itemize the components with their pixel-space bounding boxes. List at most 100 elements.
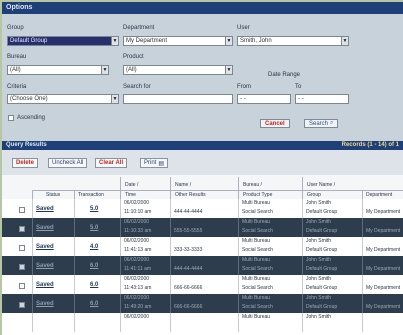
header-name[interactable]: Name / bbox=[175, 182, 191, 188]
bureau-select[interactable]: (All) ▼ bbox=[7, 65, 109, 75]
group-label: Group bbox=[7, 25, 24, 31]
header-date[interactable]: Date / bbox=[125, 182, 138, 188]
chevron-down-icon[interactable]: ▼ bbox=[341, 37, 348, 45]
uncheck-all-button-label: Uncheck All bbox=[52, 160, 84, 166]
magnifier-icon: ⌕ bbox=[330, 120, 334, 126]
header-transaction[interactable]: Transaction bbox=[78, 192, 104, 198]
header-separator bbox=[170, 190, 171, 199]
row-product-type: Social Search bbox=[242, 209, 273, 215]
results-table: Date / Name / Bureau / User Name / Statu… bbox=[2, 175, 403, 335]
header-other-results[interactable]: Other Results bbox=[175, 192, 206, 198]
from-label: From bbox=[237, 84, 251, 90]
column-separator bbox=[238, 256, 239, 275]
table-row[interactable]: Saved 6.0 06/02/2000 11:49:20 am 666-66-6666… bbox=[2, 294, 403, 313]
row-checkbox[interactable] bbox=[19, 283, 25, 289]
column-separator bbox=[74, 294, 75, 313]
row-status-link[interactable]: Saved bbox=[36, 206, 54, 212]
row-transaction-link[interactable]: 6.0 bbox=[90, 282, 98, 288]
header-status[interactable]: Status bbox=[46, 192, 60, 198]
row-status-link[interactable]: Saved bbox=[36, 263, 54, 269]
print-button[interactable]: Print ▤ bbox=[140, 158, 169, 168]
from-date-input[interactable]: - - bbox=[237, 94, 291, 104]
group-select[interactable]: Default Group ▼ bbox=[7, 36, 119, 46]
header-time[interactable]: Time bbox=[125, 192, 136, 198]
table-row[interactable]: Saved 5.0 06/02/2000 11:10:10 am 444-44-4444… bbox=[2, 199, 403, 218]
user-select[interactable]: Smith, John ▼ bbox=[237, 36, 349, 46]
row-transaction-link[interactable]: 5.0 bbox=[90, 225, 98, 231]
chevron-down-icon[interactable]: ▼ bbox=[111, 95, 118, 103]
row-checkbox[interactable] bbox=[19, 302, 25, 308]
row-other-results: 555-55-5555 bbox=[174, 228, 203, 234]
table-row[interactable]: Saved 6.0 06/02/2000 11:41:11 am 444-44-4444… bbox=[2, 256, 403, 275]
chevron-down-icon[interactable]: ▼ bbox=[111, 37, 118, 45]
row-date: 06/02/2000 bbox=[124, 276, 150, 282]
table-row[interactable]: 06/02/2000 Multi Bureau John Smith bbox=[2, 313, 403, 332]
row-user-name: John Smith bbox=[306, 200, 332, 206]
column-separator bbox=[32, 275, 33, 294]
row-transaction-link[interactable]: 4.0 bbox=[90, 244, 98, 250]
table-row[interactable]: Saved 6.0 06/02/2000 11:43:13 am 666-66-6666… bbox=[2, 275, 403, 294]
row-transaction-link[interactable]: 6.0 bbox=[90, 263, 98, 269]
table-row[interactable]: Saved 5.0 06/02/2000 11:10:33 am 555-55-5555… bbox=[2, 218, 403, 237]
row-user-name: John Smith bbox=[306, 276, 332, 282]
ascending-checkbox[interactable] bbox=[8, 115, 14, 121]
header-group[interactable]: Group bbox=[307, 192, 321, 198]
row-date: 06/02/2000 bbox=[124, 314, 150, 320]
header-separator bbox=[302, 190, 303, 199]
header-user-name[interactable]: User Name / bbox=[307, 182, 335, 188]
row-user-name: John Smith bbox=[306, 238, 332, 244]
clear-all-button[interactable]: Clear All bbox=[95, 158, 128, 168]
row-product-type: Social Search bbox=[242, 266, 273, 272]
header-bureau[interactable]: Bureau / bbox=[243, 182, 262, 188]
header-department[interactable]: Department bbox=[366, 192, 392, 198]
results-toolbar: Delete Uncheck All Clear All Print ▤ bbox=[2, 150, 403, 175]
header-separator bbox=[120, 190, 121, 199]
options-panel: Group Default Group ▼ Department My Depa… bbox=[2, 14, 403, 141]
row-status-link[interactable]: Saved bbox=[36, 244, 54, 250]
row-time: 11:10:10 am bbox=[124, 209, 152, 215]
department-label: Department bbox=[123, 25, 155, 31]
row-product-type: Social Search bbox=[242, 285, 273, 291]
row-product-type: Social Search bbox=[242, 304, 273, 310]
row-checkbox[interactable] bbox=[19, 226, 25, 232]
column-separator bbox=[302, 256, 303, 275]
row-transaction-link[interactable]: 6.0 bbox=[90, 301, 98, 307]
row-other-results: 666-66-6666 bbox=[174, 304, 203, 310]
to-date-value: - - bbox=[298, 96, 304, 102]
row-checkbox[interactable] bbox=[19, 207, 25, 213]
column-separator bbox=[238, 275, 239, 294]
row-date: 06/02/2000 bbox=[124, 238, 150, 244]
delete-button[interactable]: Delete bbox=[12, 158, 39, 168]
row-status-link[interactable]: Saved bbox=[36, 225, 54, 231]
row-bureau: Multi Bureau bbox=[242, 238, 271, 244]
column-separator bbox=[170, 294, 171, 313]
row-other-results: 666-66-6666 bbox=[174, 285, 203, 291]
to-date-input[interactable]: - - bbox=[295, 94, 349, 104]
row-checkbox[interactable] bbox=[19, 245, 25, 251]
search-for-input[interactable] bbox=[123, 94, 233, 104]
header-separator bbox=[238, 177, 239, 190]
search-button[interactable]: Search ⌕ bbox=[304, 119, 339, 128]
column-separator bbox=[302, 294, 303, 313]
column-separator bbox=[32, 218, 33, 237]
row-checkbox[interactable] bbox=[19, 264, 25, 270]
chevron-down-icon[interactable]: ▼ bbox=[225, 66, 232, 74]
header-product-type[interactable]: Product Type bbox=[243, 192, 272, 198]
row-bureau: Multi Bureau bbox=[242, 314, 271, 320]
column-separator bbox=[120, 313, 121, 332]
header-separator bbox=[170, 177, 171, 190]
column-separator bbox=[74, 313, 75, 332]
chevron-down-icon[interactable]: ▼ bbox=[101, 66, 108, 74]
column-separator bbox=[302, 237, 303, 256]
row-status-link[interactable]: Saved bbox=[36, 282, 54, 288]
row-transaction-link[interactable]: 5.0 bbox=[90, 206, 98, 212]
criteria-select[interactable]: (Choose One) ▼ bbox=[7, 94, 119, 104]
row-status-link[interactable]: Saved bbox=[36, 301, 54, 307]
table-row[interactable]: Saved 4.0 06/02/2000 11:41:13 am 333-33-3333… bbox=[2, 237, 403, 256]
uncheck-all-button[interactable]: Uncheck All bbox=[48, 158, 88, 168]
chevron-down-icon[interactable]: ▼ bbox=[225, 37, 232, 45]
cancel-button[interactable]: Cancel bbox=[260, 119, 290, 128]
column-separator bbox=[74, 218, 75, 237]
product-select[interactable]: (All) ▼ bbox=[123, 65, 233, 75]
department-select[interactable]: My Department ▼ bbox=[123, 36, 233, 46]
